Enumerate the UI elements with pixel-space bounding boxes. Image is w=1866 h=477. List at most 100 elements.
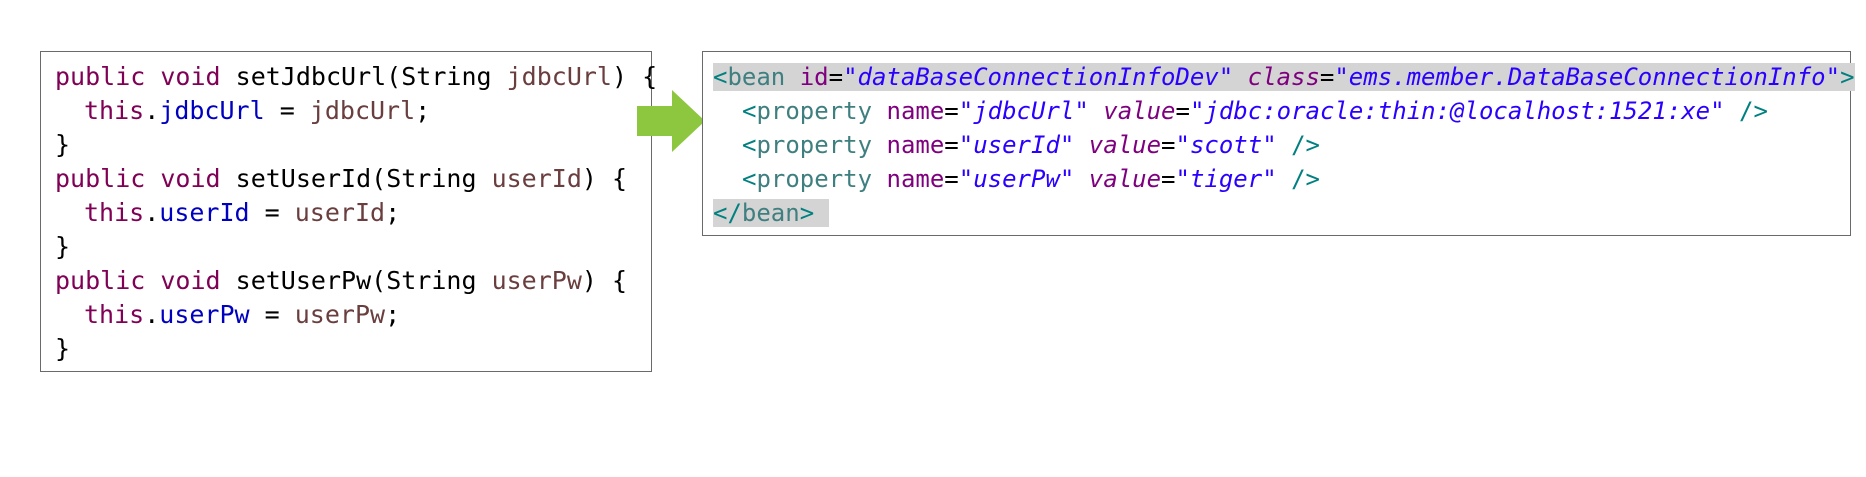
signature-close: ) {: [581, 164, 628, 193]
method-name: setUserPw: [235, 266, 372, 295]
closing-brace: }: [55, 130, 71, 159]
assign-operator: =: [264, 96, 310, 125]
attr-value-name: "jdbcUrl": [958, 97, 1089, 125]
attr-value-name: "userPw": [958, 165, 1075, 193]
assigned-value: jdbcUrl: [309, 96, 416, 125]
equals: =: [1161, 131, 1176, 159]
semicolon: ;: [385, 198, 401, 227]
assigned-value: userPw: [294, 300, 386, 329]
tag-bracket: >: [799, 199, 815, 227]
xml-line-property-userid: <property name="userId" value="scott" />: [713, 128, 1840, 162]
equals: =: [944, 131, 959, 159]
attr-value-class: "ems.member.DataBaseConnectionInfo": [1334, 63, 1841, 91]
tag-bracket: <: [713, 63, 728, 91]
attr-value-key: value: [1088, 165, 1162, 193]
method-name: setUserId: [235, 164, 372, 193]
equals: =: [944, 165, 959, 193]
param-type: String: [401, 62, 492, 91]
dot: .: [144, 96, 160, 125]
tag-name-bean: bean: [741, 199, 800, 227]
param-name: userId: [491, 164, 582, 193]
attr-class: class: [1247, 63, 1320, 91]
open-paren: (: [386, 62, 402, 91]
tag-bracket: <: [742, 97, 757, 125]
assigned-value: userId: [294, 198, 386, 227]
tag-bracket: <: [742, 165, 757, 193]
attr-value-value: "tiger": [1175, 165, 1277, 193]
keyword-void: void: [160, 164, 221, 193]
open-paren: (: [371, 266, 387, 295]
keyword-this: this: [84, 96, 145, 125]
keyword-this: this: [84, 300, 145, 329]
tag-bracket: </: [713, 199, 742, 227]
code-line-setuserid-close: }: [55, 230, 637, 264]
keyword-this: this: [84, 198, 145, 227]
equals: =: [1175, 97, 1190, 125]
attr-id: id: [799, 63, 829, 91]
code-line-setuserid-body: this.userId = userId;: [55, 196, 637, 230]
open-paren: (: [371, 164, 387, 193]
equals: =: [828, 63, 844, 91]
dot: .: [144, 198, 160, 227]
xml-line-property-userpw: <property name="userPw" value="tiger" />: [713, 162, 1840, 196]
bean-open-highlight: <bean id="dataBaseConnectionInfoDev" cla…: [713, 63, 1855, 91]
right-arrow-icon: [637, 90, 705, 152]
field-name: userPw: [159, 300, 250, 329]
self-closing-tag: />: [1291, 131, 1321, 159]
equals: =: [944, 97, 959, 125]
signature-close: ) {: [611, 62, 658, 91]
closing-brace: }: [55, 232, 71, 261]
code-line-setuserpw-close: }: [55, 332, 637, 366]
java-code-panel: public void setJdbcUrl(String jdbcUrl) {…: [40, 51, 657, 372]
code-line-setuserpw-body: this.userPw = userPw;: [55, 298, 637, 332]
tag-name-property: property: [756, 97, 873, 125]
attr-name: name: [886, 97, 945, 125]
code-line-setjdbcurl-close: }: [55, 128, 637, 162]
tag-name-property: property: [756, 165, 873, 193]
attr-value-value: "jdbc:oracle:thin:@localhost:1521:xe": [1189, 97, 1725, 125]
attr-value-id: "dataBaseConnectionInfoDev": [843, 63, 1234, 91]
assign-operator: =: [249, 198, 295, 227]
attr-value-value: "scott": [1175, 131, 1277, 159]
param-type: String: [386, 164, 477, 193]
code-line-setjdbcurl-signature: public void setJdbcUrl(String jdbcUrl) {: [55, 60, 657, 94]
code-line-setuserid-signature: public void setUserId(String userId) {: [55, 162, 637, 196]
tag-bracket: <: [742, 131, 757, 159]
param-name: jdbcUrl: [506, 62, 612, 91]
attr-value-key: value: [1103, 97, 1176, 125]
bean-close-highlight: </bean>: [713, 199, 829, 227]
attr-value-key: value: [1088, 131, 1162, 159]
xml-line-bean-open: <bean id="dataBaseConnectionInfoDev" cla…: [713, 60, 1855, 94]
attr-name: name: [886, 131, 945, 159]
param-name: userPw: [491, 266, 582, 295]
keyword-void: void: [160, 62, 221, 91]
keyword-public: public: [55, 266, 146, 295]
attr-value-name: "userId": [958, 131, 1075, 159]
xml-line-bean-close: </bean>: [713, 196, 1840, 230]
closing-brace: }: [55, 334, 71, 363]
tag-name-property: property: [756, 131, 873, 159]
tag-name-bean: bean: [727, 63, 786, 91]
equals: =: [1319, 63, 1335, 91]
method-name: setJdbcUrl: [235, 62, 387, 91]
equals: =: [1161, 165, 1176, 193]
keyword-void: void: [160, 266, 221, 295]
field-name: userId: [159, 198, 250, 227]
field-name: jdbcUrl: [159, 96, 265, 125]
self-closing-tag: />: [1739, 97, 1768, 125]
xml-line-property-jdbcurl: <property name="jdbcUrl" value="jdbc:ora…: [713, 94, 1840, 128]
signature-close: ) {: [581, 266, 628, 295]
xml-config-panel: <bean id="dataBaseConnectionInfoDev" cla…: [702, 51, 1855, 236]
keyword-public: public: [55, 62, 146, 91]
semicolon: ;: [385, 300, 401, 329]
code-line-setuserpw-signature: public void setUserPw(String userPw) {: [55, 264, 637, 298]
assign-operator: =: [249, 300, 295, 329]
attr-name: name: [886, 165, 945, 193]
semicolon: ;: [415, 96, 431, 125]
dot: .: [144, 300, 160, 329]
keyword-public: public: [55, 164, 146, 193]
param-type: String: [386, 266, 477, 295]
code-line-setjdbcurl-body: this.jdbcUrl = jdbcUrl;: [55, 94, 637, 128]
tag-bracket: >: [1840, 63, 1855, 91]
self-closing-tag: />: [1291, 165, 1321, 193]
